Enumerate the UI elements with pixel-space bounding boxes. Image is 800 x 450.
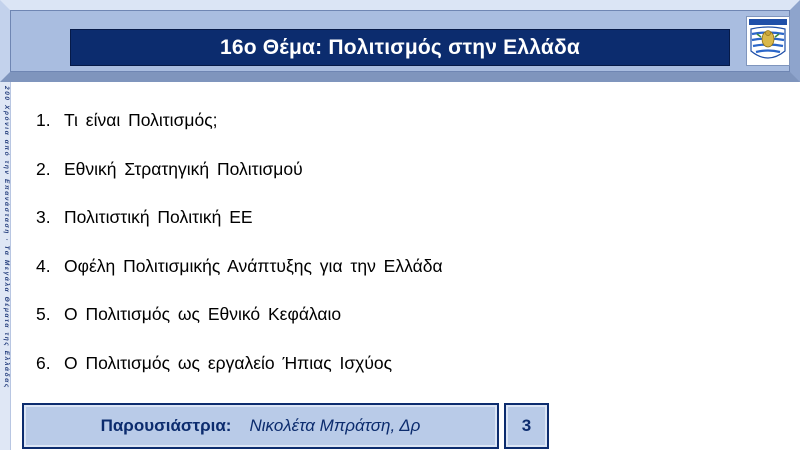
presenter-name: Νικολέτα Μπράτση, Δρ [249,416,421,435]
greek-emblem-logo-icon [746,16,790,66]
agenda-list: 1. Τι είναι Πολιτισμός; 2. Εθνική Στρατη… [36,110,443,402]
agenda-item: 5. Ο Πολιτισμός ως Εθνικό Κεφάλαιο [36,304,443,353]
agenda-item: 6. Ο Πολιτισμός ως εργαλείο Ήπιας Ισχύος [36,353,443,402]
agenda-item-number: 6. [36,352,51,373]
agenda-item-number: 3. [36,207,51,228]
presenter-box: Παρουσιάστρια: Νικολέτα Μπράτση, Δρ [22,403,499,449]
agenda-item-label: Τι είναι Πολιτισμός; [64,110,218,130]
agenda-item: 3. Πολιτιστική Πολιτική ΕΕ [36,207,443,256]
page-number: 3 [521,416,532,435]
side-strip: 200 Χρόνια από την Επανάσταση · Τα Μεγάλ… [0,82,11,450]
agenda-item-number: 1. [36,110,51,130]
agenda-item-label: Ο Πολιτισμός ως εργαλείο Ήπιας Ισχύος [64,352,393,373]
side-strip-text: 200 Χρόνια από την Επανάσταση · Τα Μεγάλ… [3,86,10,389]
agenda-item-number: 4. [36,255,51,276]
agenda-item: 2. Εθνική Στρατηγική Πολιτισμού [36,159,443,208]
agenda-item-label: Πολιτιστική Πολιτική ΕΕ [64,207,253,228]
agenda-item-label: Ο Πολιτισμός ως Εθνικό Κεφάλαιο [64,304,342,325]
agenda-item-number: 5. [36,304,51,325]
title-bar: 16ο Θέμα: Πολιτισμός στην Ελλάδα [70,29,730,66]
page-number-box: 3 [504,403,549,449]
agenda-item: 4. Οφέλη Πολιτισμικής Ανάπτυξης για την … [36,256,443,305]
agenda-item-number: 2. [36,158,51,179]
agenda-item: 1. Τι είναι Πολιτισμός; [36,110,443,159]
presenter-label: Παρουσιάστρια: [100,416,232,435]
agenda-item-label: Εθνική Στρατηγική Πολιτισμού [64,158,303,179]
agenda-item-label: Οφέλη Πολιτισμικής Ανάπτυξης για την Ελλ… [64,255,443,276]
page-title: 16ο Θέμα: Πολιτισμός στην Ελλάδα [219,35,581,59]
